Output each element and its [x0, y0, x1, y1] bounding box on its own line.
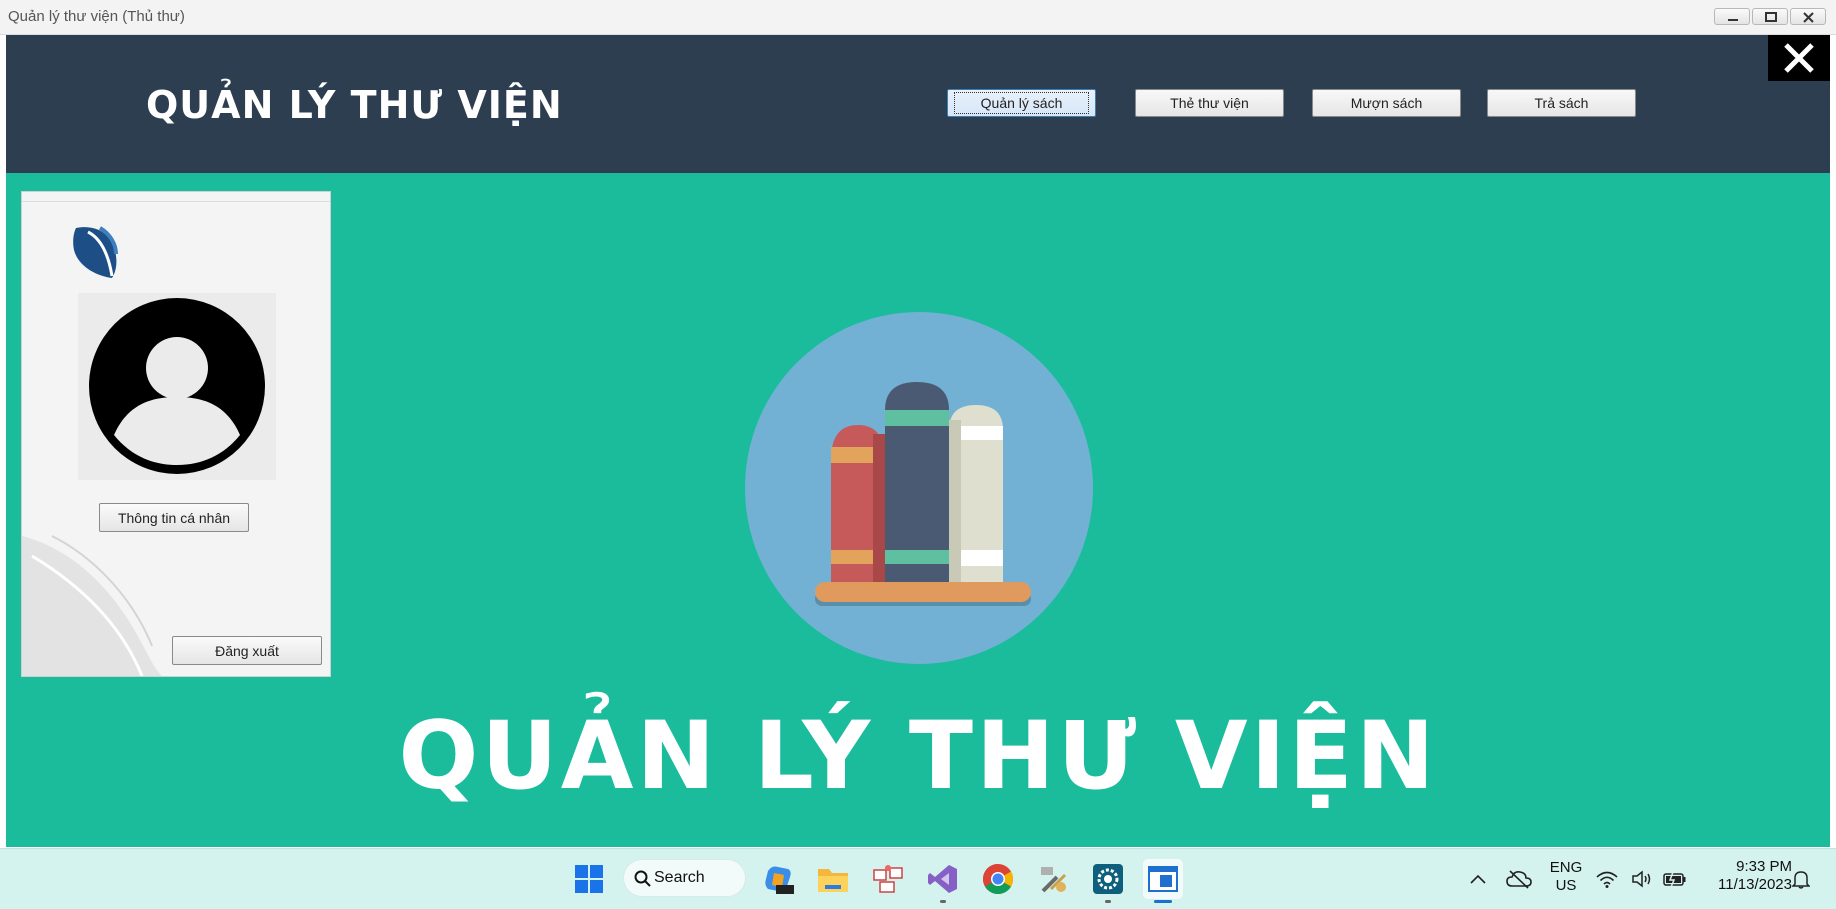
button-label: Thông tin cá nhân — [117, 509, 231, 526]
search-icon — [634, 870, 651, 887]
taskbar-file-explorer[interactable] — [813, 859, 853, 899]
copilot-icon — [765, 866, 794, 894]
hero-title: QUẢN LÝ THƯ VIỆN — [398, 702, 1438, 811]
close-icon — [1784, 43, 1814, 73]
divider — [22, 201, 330, 202]
nav-button-label: Trả sách — [1534, 95, 1589, 111]
start-button[interactable] — [569, 859, 609, 899]
app-window: QUẢN LÝ THƯ VIỆN Quản lý sách Thẻ thư vi… — [6, 35, 1830, 847]
language-region: US — [1555, 877, 1577, 894]
leaf-logo-icon — [73, 226, 118, 278]
tray-wifi[interactable] — [1592, 859, 1622, 899]
app-grid-icon — [873, 865, 903, 893]
taskbar-app-3[interactable] — [868, 859, 908, 899]
running-indicator — [1105, 900, 1111, 903]
tray-battery[interactable] — [1660, 859, 1690, 899]
close-app-button[interactable] — [1768, 35, 1830, 81]
language-code: ENG — [1549, 859, 1583, 876]
taskbar-search-box[interactable]: Search — [623, 859, 746, 897]
taskbar-visual-studio[interactable] — [923, 859, 963, 903]
wifi-icon — [1596, 871, 1618, 888]
nav-return-book-button[interactable]: Trả sách — [1487, 89, 1636, 117]
clock[interactable]: 9:33 PM 11/13/2023 — [1696, 858, 1792, 894]
minimize-button[interactable] — [1714, 8, 1750, 25]
nav-button-label: Mượn sách — [1350, 95, 1423, 111]
notifications-button[interactable] — [1786, 859, 1816, 899]
tools-icon — [1041, 867, 1067, 893]
taskbar: Search ENG US 9:33 PM 11/13/2023 — [0, 848, 1836, 909]
logout-button[interactable]: Đăng xuất — [172, 636, 322, 665]
folder-icon — [818, 869, 848, 892]
profile-panel: Thông tin cá nhân Đăng xuất — [21, 191, 331, 677]
taskbar-chrome[interactable] — [978, 859, 1018, 899]
taskbar-copilot-app[interactable] — [758, 859, 798, 899]
close-window-button[interactable] — [1790, 8, 1826, 25]
chrome-icon — [982, 864, 1014, 895]
taskbar-settings-app[interactable] — [1088, 859, 1128, 903]
taskbar-tools-app[interactable] — [1033, 859, 1073, 899]
bell-icon — [1792, 871, 1810, 889]
search-label: Search — [654, 869, 705, 886]
nav-button-label: Thẻ thư viện — [1170, 95, 1249, 111]
app-window-icon — [1148, 866, 1178, 892]
tray-onedrive[interactable] — [1499, 859, 1539, 899]
button-label: Đăng xuất — [215, 642, 279, 659]
chevron-up-icon — [1470, 874, 1486, 884]
cloud-offline-icon — [1506, 870, 1532, 889]
language-indicator[interactable]: ENG US — [1546, 859, 1586, 895]
nav-library-card-button[interactable]: Thẻ thư viện — [1135, 89, 1284, 117]
tray-volume[interactable] — [1627, 859, 1657, 899]
running-indicator — [940, 900, 946, 903]
nav-borrow-book-button[interactable]: Mượn sách — [1312, 89, 1461, 117]
window-title-bar: Quản lý thư viện (Thủ thư) — [0, 0, 1836, 35]
maximize-button[interactable] — [1752, 8, 1788, 25]
volume-icon — [1632, 870, 1651, 888]
nav-button-label: Quản lý sách — [953, 92, 1090, 114]
avatar — [78, 293, 276, 480]
profile-info-button[interactable]: Thông tin cá nhân — [99, 503, 249, 532]
nav-book-management-button[interactable]: Quản lý sách — [947, 89, 1096, 117]
clock-date: 11/13/2023 — [1718, 876, 1792, 893]
visual-studio-icon — [928, 865, 957, 893]
taskbar-library-app[interactable] — [1143, 859, 1183, 903]
window-title: Quản lý thư viện (Thủ thư) — [8, 8, 185, 25]
app-header: QUẢN LÝ THƯ VIỆN Quản lý sách Thẻ thư vi… — [6, 35, 1830, 173]
clock-time: 9:33 PM — [1736, 858, 1792, 875]
tray-overflow-button[interactable] — [1458, 859, 1498, 899]
app-title: QUẢN LÝ THƯ VIỆN — [146, 83, 563, 127]
books-illustration-icon — [745, 312, 1093, 664]
active-indicator — [1154, 900, 1172, 903]
windows-logo-icon — [575, 865, 603, 893]
gear-icon — [1093, 864, 1123, 894]
user-icon — [89, 298, 265, 474]
battery-charging-icon — [1663, 871, 1686, 887]
